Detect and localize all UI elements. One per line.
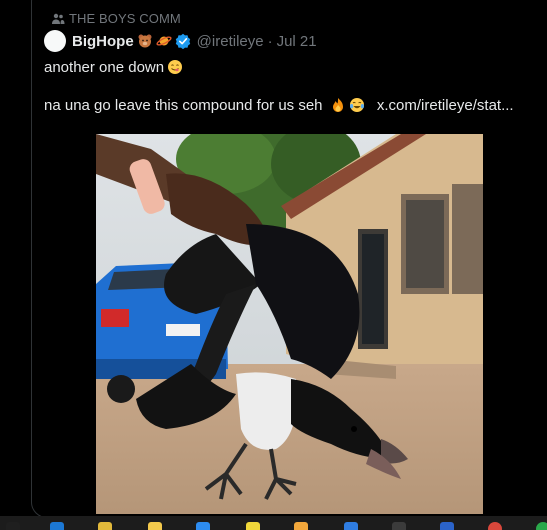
community-label[interactable]: THE BOYS COMM: [51, 11, 181, 26]
display-name[interactable]: BigHope: [72, 33, 134, 50]
app-icon-10[interactable]: [440, 522, 454, 530]
app-icon-6[interactable]: [246, 522, 260, 530]
file-explorer-icon[interactable]: [98, 522, 112, 530]
app-icon-12[interactable]: [536, 522, 547, 530]
ringed-planet-emoji: [156, 36, 172, 46]
post-text-line-1: another one down: [44, 58, 183, 78]
fire-emoji: [332, 98, 343, 112]
post-text-2: na una go leave this compound for us seh: [44, 97, 323, 114]
windows-taskbar: [0, 516, 547, 530]
app-icon-5[interactable]: [196, 522, 210, 530]
crow-photo: [96, 134, 483, 514]
edge-icon[interactable]: [50, 522, 64, 530]
post-text-line-2: na una go leave this compound for us seh…: [44, 96, 514, 116]
post-header: BigHope @iretileye · Jul 21: [44, 30, 317, 52]
teddy-bear-emoji: [138, 34, 152, 48]
chrome-icon[interactable]: [488, 522, 502, 530]
post-image[interactable]: [96, 134, 483, 514]
verified-badge-icon: [175, 33, 190, 49]
post-text-1: another one down: [44, 59, 165, 76]
post-link[interactable]: x.com/iretileye/stat...: [377, 97, 514, 114]
tears-of-joy-emoji: [349, 98, 364, 112]
app-icon-7[interactable]: [294, 522, 308, 530]
separator-dot: ·: [267, 32, 273, 50]
user-handle[interactable]: @iretileye: [197, 33, 264, 50]
screen: THE BOYS COMM BigHope @iretileye · Jul 2…: [0, 0, 547, 530]
community-name: THE BOYS COMM: [69, 11, 181, 26]
people-icon: [52, 13, 65, 24]
post-date[interactable]: Jul 21: [277, 33, 317, 50]
avatar[interactable]: [44, 30, 66, 52]
app-icon-4[interactable]: [148, 522, 162, 530]
app-icon-8[interactable]: [344, 522, 358, 530]
windows-start-icon[interactable]: [6, 522, 20, 530]
yum-face-emoji: [168, 60, 183, 74]
app-icon-9[interactable]: [392, 522, 406, 530]
